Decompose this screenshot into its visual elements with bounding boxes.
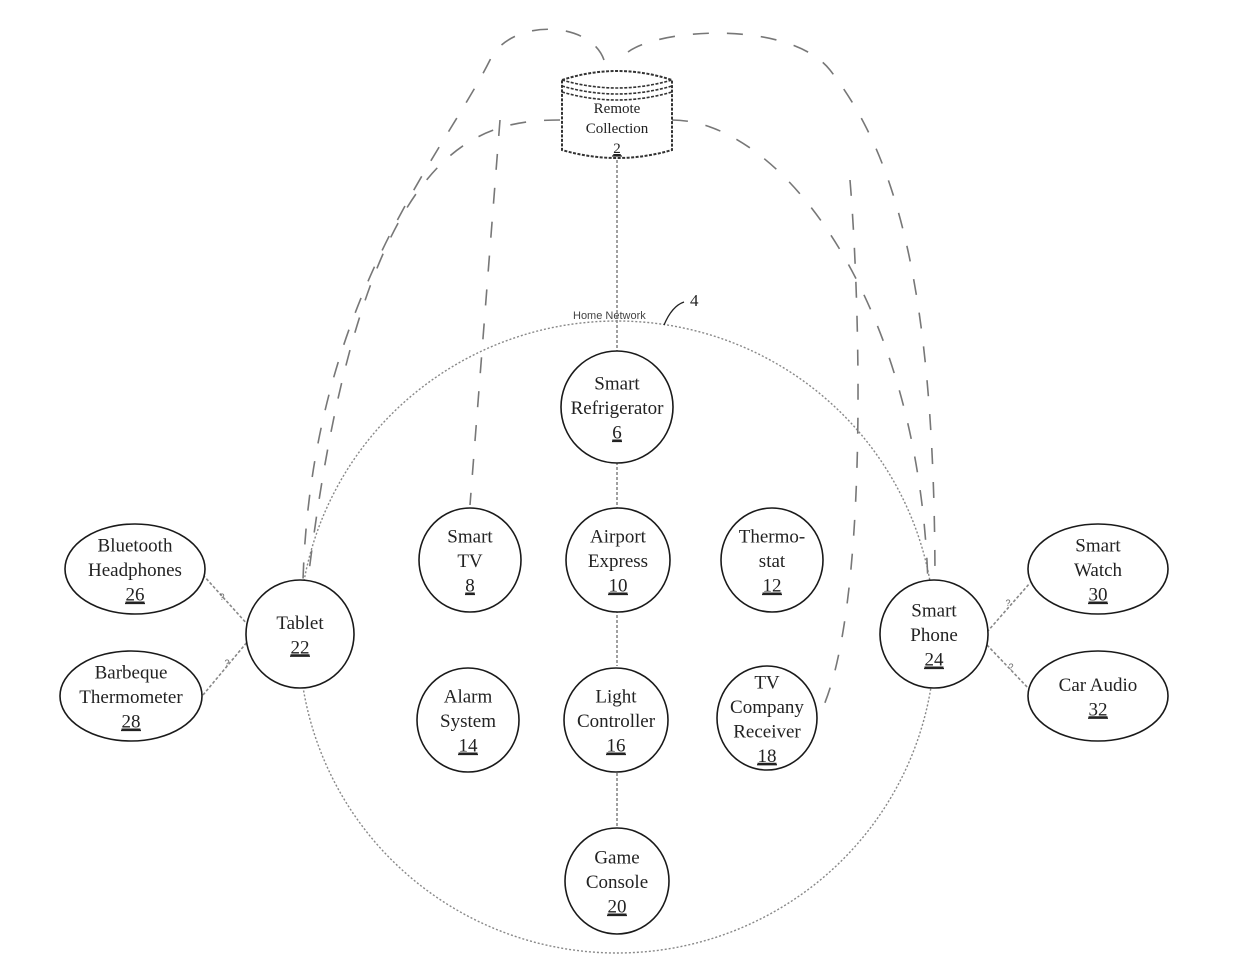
node-label: Thermo- [739, 527, 805, 548]
link-mark-caraudio: ? [1008, 662, 1013, 672]
node-shape [1027, 650, 1169, 742]
node-label: stat [759, 551, 786, 572]
node-number: 28 [122, 712, 141, 733]
node-game-console[interactable]: Game Console 20 [564, 827, 670, 935]
node-label: Smart [911, 601, 957, 622]
node-number: 32 [1089, 699, 1108, 720]
link-mark-thermometer: ? [224, 658, 229, 668]
node-label: Controller [577, 711, 656, 732]
node-number: 12 [763, 576, 782, 597]
node-bluetooth-headphones[interactable]: Bluetooth Headphones 26 [64, 523, 206, 615]
node-label: TV [457, 551, 483, 572]
home-network-ref: 4 [690, 291, 699, 310]
node-number: 22 [291, 637, 310, 658]
link-remote-to-phone-inner [671, 119, 929, 586]
remote-collection-label-1: Remote [594, 101, 641, 117]
node-label: Barbeque [95, 663, 168, 684]
node-number: 26 [126, 585, 145, 606]
node-label: Alarm [444, 687, 493, 708]
node-label: Refrigerator [571, 398, 665, 419]
device-nodes: Smart Refrigerator 6 Smart TV 8 Airport Express… [59, 350, 1169, 935]
node-smart-tv[interactable]: Smart TV 8 [418, 507, 522, 613]
link-tablet-to-headphones [202, 574, 249, 626]
node-car-audio[interactable]: Car Audio 32 [1027, 650, 1169, 742]
link-remote-to-tablet-outer [302, 28, 605, 581]
link-mark-headphones: ? [219, 592, 224, 602]
node-label: Receiver [733, 721, 801, 742]
home-network-label: Home Network [573, 310, 646, 322]
node-label: Express [588, 551, 648, 572]
link-remote-to-tablet-inner [307, 119, 561, 581]
node-smart-phone[interactable]: Smart Phone 24 [879, 579, 989, 689]
node-smart-refrigerator[interactable]: Smart Refrigerator 6 [560, 350, 674, 464]
node-number: 20 [608, 897, 627, 918]
remote-collection-node[interactable]: Remote Collection 2 [561, 70, 673, 159]
link-remote-to-smarttv [469, 119, 501, 506]
node-number: 6 [612, 423, 622, 444]
node-number: 8 [465, 576, 475, 597]
node-light-controller[interactable]: Light Controller 16 [563, 667, 669, 773]
node-label: Thermometer [79, 687, 183, 708]
node-label: Phone [910, 625, 958, 646]
node-label: Tablet [276, 613, 324, 634]
node-tablet[interactable]: Tablet 22 [245, 579, 355, 689]
node-label: System [440, 711, 496, 732]
node-label: TV [754, 672, 780, 693]
node-label: Smart [1075, 536, 1121, 557]
home-network-leader [663, 301, 685, 326]
node-label: Bluetooth [98, 536, 173, 557]
network-diagram: ? ? ? ? Remote Collection 2 Home Network… [59, 28, 1169, 954]
link-tablet-to-thermometer [202, 640, 249, 696]
node-number: 30 [1089, 585, 1108, 606]
node-tv-company-receiver[interactable]: TV Company Receiver 18 [716, 665, 818, 771]
link-remote-to-receiver [817, 179, 859, 719]
node-label: Game [594, 848, 639, 869]
node-label: Smart [594, 374, 640, 395]
node-label: Watch [1074, 560, 1123, 581]
node-barbeque-thermometer[interactable]: Barbeque Thermometer 28 [59, 650, 203, 742]
node-alarm-system[interactable]: Alarm System 14 [416, 667, 520, 773]
node-thermostat[interactable]: Thermo-stat 12 [720, 507, 824, 613]
node-airport-express[interactable]: Airport Express 10 [565, 507, 671, 613]
node-number: 14 [459, 736, 479, 757]
remote-collection-label-2: Collection [586, 121, 649, 137]
node-label: Headphones [88, 560, 182, 581]
node-shape [245, 579, 355, 689]
node-label: Smart [447, 527, 493, 548]
node-label: Car Audio [1059, 675, 1138, 696]
node-label: Light [595, 687, 637, 708]
node-number: 16 [607, 736, 626, 757]
node-label: Console [586, 872, 648, 893]
node-number: 18 [758, 746, 777, 767]
node-number: 10 [609, 576, 628, 597]
node-label: Airport [590, 527, 647, 548]
node-label: Company [730, 697, 804, 718]
node-number: 24 [925, 650, 945, 671]
node-smart-watch[interactable]: Smart Watch 30 [1027, 523, 1169, 615]
remote-collection-number: 2 [613, 141, 621, 157]
link-mark-watch: ? [1005, 598, 1010, 608]
